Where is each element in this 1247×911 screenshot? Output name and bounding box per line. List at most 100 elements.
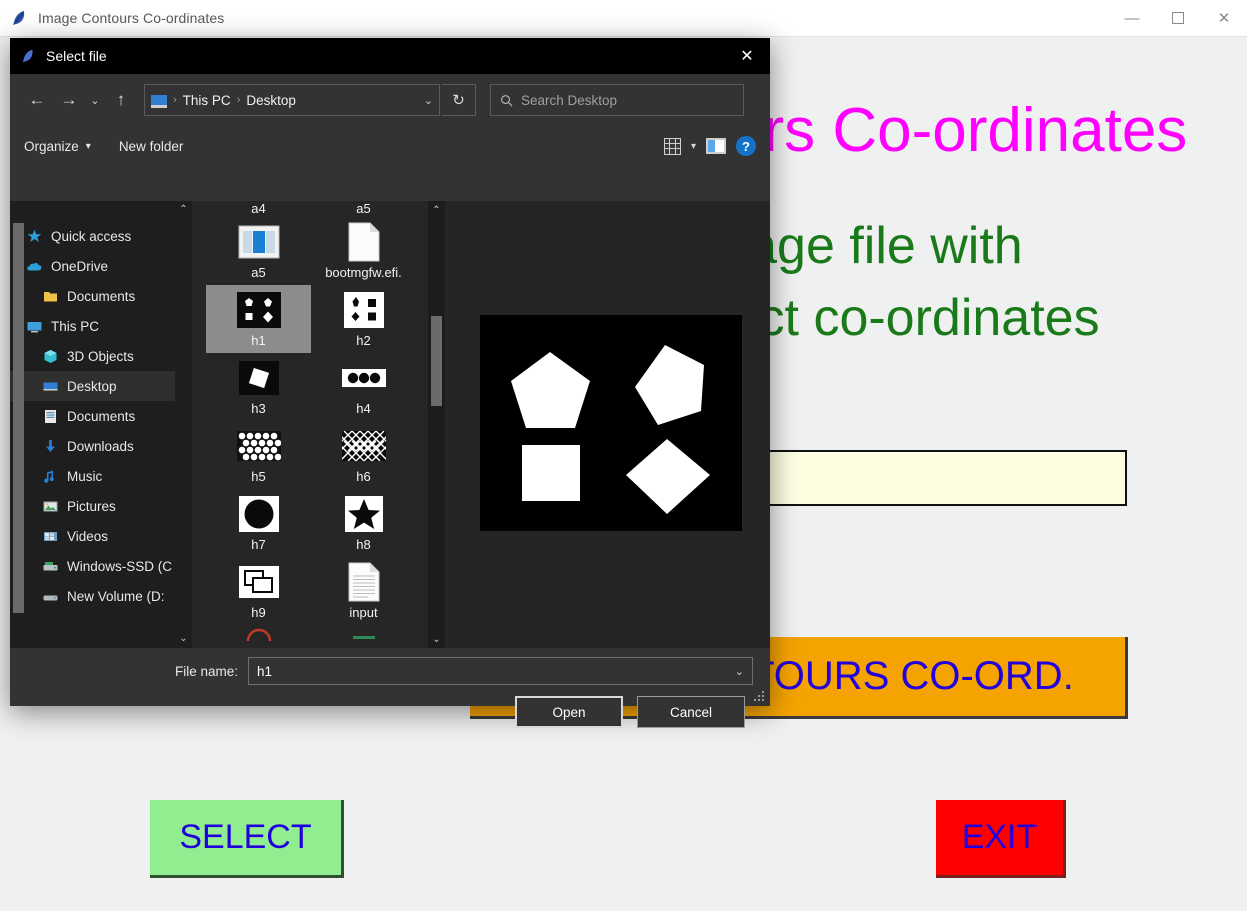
sidebar-item-label: Downloads <box>67 438 134 454</box>
minimize-button[interactable]: — <box>1109 0 1155 36</box>
cancel-button[interactable]: Cancel <box>637 696 745 728</box>
list-item[interactable]: a5 <box>206 217 311 285</box>
desktop-icon <box>42 378 59 395</box>
scroll-down-icon[interactable]: ⌄ <box>428 630 445 648</box>
scroll-up-icon[interactable]: ⌃ <box>428 201 445 219</box>
organize-button[interactable]: Organize ▾ <box>24 139 91 154</box>
dialog-close-button[interactable]: ✕ <box>724 38 770 74</box>
back-icon[interactable]: ← <box>22 85 52 115</box>
sidebar-item-label: New Volume (D: <box>67 588 165 604</box>
preview-shape-square <box>522 445 580 501</box>
list-item[interactable]: bootmgfw.efi. <box>311 217 416 285</box>
sidebar-item-onedrive[interactable]: OneDrive <box>10 251 192 281</box>
list-item[interactable]: h6 <box>311 421 416 489</box>
search-input[interactable]: Search Desktop <box>490 84 744 116</box>
filename-label: File name: <box>174 663 238 679</box>
three-dots-thumb-icon <box>340 357 388 399</box>
file-label: h2 <box>356 332 371 348</box>
sidebar-item-documents[interactable]: Documents <box>10 401 192 431</box>
sidebar-item-3d-objects[interactable]: 3D Objects <box>10 341 192 371</box>
select-file-dialog: Select file ✕ ← → ⌄ ↑ › This PC › Deskto… <box>10 38 770 728</box>
folder-icon <box>42 288 59 305</box>
breadcrumb-item-this-pc[interactable]: This PC <box>183 93 231 108</box>
drive-icon <box>42 558 59 575</box>
picture-icon <box>42 498 59 515</box>
list-item[interactable]: h3 <box>206 353 311 421</box>
sidebar-item-this-pc[interactable]: This PC <box>10 311 192 341</box>
star-icon <box>26 228 43 245</box>
dialog-toolbar: Organize ▾ New folder ▾ ? <box>10 126 770 166</box>
file-label: a5 <box>251 265 266 280</box>
chevron-down-icon[interactable]: ⌄ <box>424 94 433 107</box>
list-item[interactable]: h2 <box>311 285 416 353</box>
help-icon[interactable]: ? <box>736 136 756 156</box>
chevron-down-icon[interactable]: ⌄ <box>735 665 744 678</box>
sidebar-item-onedrive-documents[interactable]: Documents <box>10 281 192 311</box>
app-title: Image Contours Co-ordinates <box>38 10 225 26</box>
up-icon[interactable]: ↑ <box>106 85 136 115</box>
filename-value: h1 <box>257 663 273 679</box>
list-item[interactable]: h5 <box>206 421 311 489</box>
sidebar-item-pictures[interactable]: Pictures <box>10 491 192 521</box>
filename-input[interactable]: h1 ⌄ <box>248 657 753 685</box>
list-item[interactable]: h1 <box>206 284 311 353</box>
sidebar-item-label: Documents <box>67 288 136 304</box>
search-placeholder: Search Desktop <box>521 92 618 108</box>
toolbar-right-group: ▾ ? <box>663 126 756 166</box>
shapes-light-thumb-icon <box>340 289 388 331</box>
file-label: h5 <box>251 468 266 484</box>
refresh-icon[interactable]: ↻ <box>442 84 476 116</box>
sidebar-item-desktop[interactable]: Desktop <box>10 371 192 401</box>
monitor-icon <box>26 318 43 335</box>
recent-locations-icon[interactable]: ⌄ <box>86 85 104 115</box>
breadcrumb-separator: › <box>236 94 241 106</box>
text-document-thumb-icon <box>340 561 388 603</box>
sidebar-scrollbar[interactable]: ⌃ ⌄ <box>175 201 192 648</box>
sidebar-item-music[interactable]: Music <box>10 461 192 491</box>
maximize-button[interactable] <box>1155 0 1201 36</box>
sidebar-item-new-volume[interactable]: New Volume (D: <box>10 581 192 611</box>
file-list-scrollbar-thumb[interactable] <box>431 316 442 406</box>
window-controls: — ✕ <box>1109 0 1247 36</box>
breadcrumb-item-desktop[interactable]: Desktop <box>246 93 296 108</box>
sidebar-item-windows-ssd[interactable]: Windows-SSD (C <box>10 551 192 581</box>
breadcrumb-separator: › <box>173 94 177 106</box>
open-button[interactable]: Open <box>515 696 623 728</box>
sidebar-item-downloads[interactable]: Downloads <box>10 431 192 461</box>
document-icon <box>42 408 59 425</box>
rectangles-thumb-icon <box>235 561 283 603</box>
cube-icon <box>42 348 59 365</box>
list-item[interactable]: h9 <box>206 557 311 625</box>
sidebar-item-quick-access[interactable]: Quick access <box>10 221 192 251</box>
breadcrumb[interactable]: › This PC › Desktop ⌄ <box>144 84 440 116</box>
file-label: h1 <box>251 332 266 348</box>
resize-grip[interactable] <box>754 691 766 703</box>
list-item[interactable]: h7 <box>206 489 311 557</box>
scroll-up-icon[interactable]: ⌃ <box>179 201 187 219</box>
scroll-down-icon[interactable]: ⌄ <box>179 630 187 648</box>
preview-pane-icon[interactable] <box>706 138 726 154</box>
feather-icon <box>10 9 28 27</box>
file-list-scrollbar[interactable]: ⌃ ⌄ <box>428 201 445 648</box>
file-label: h7 <box>251 536 266 552</box>
sidebar-scrollbar-thumb[interactable] <box>13 223 24 613</box>
chevron-down-icon[interactable]: ▾ <box>691 141 696 152</box>
list-item[interactable]: h4 <box>311 353 416 421</box>
chevron-down-icon: ▾ <box>85 140 91 152</box>
view-mode-icon[interactable] <box>663 137 681 155</box>
sidebar-item-videos[interactable]: Videos <box>10 521 192 551</box>
file-label: h4 <box>356 400 371 416</box>
circle-thumb-icon <box>235 493 283 535</box>
list-item[interactable]: input <box>311 557 416 625</box>
new-folder-button[interactable]: New folder <box>119 139 184 154</box>
list-item[interactable]: h8 <box>311 489 416 557</box>
file-label: h8 <box>356 536 371 552</box>
close-button[interactable]: ✕ <box>1201 0 1247 36</box>
file-label: h3 <box>251 400 266 416</box>
forward-icon[interactable]: → <box>54 85 84 115</box>
search-icon <box>501 94 513 106</box>
cut-file-label-a5: a5 <box>356 201 371 216</box>
exit-button[interactable]: EXIT <box>936 800 1066 878</box>
select-button[interactable]: SELECT <box>150 800 344 878</box>
preview-image <box>480 315 742 531</box>
